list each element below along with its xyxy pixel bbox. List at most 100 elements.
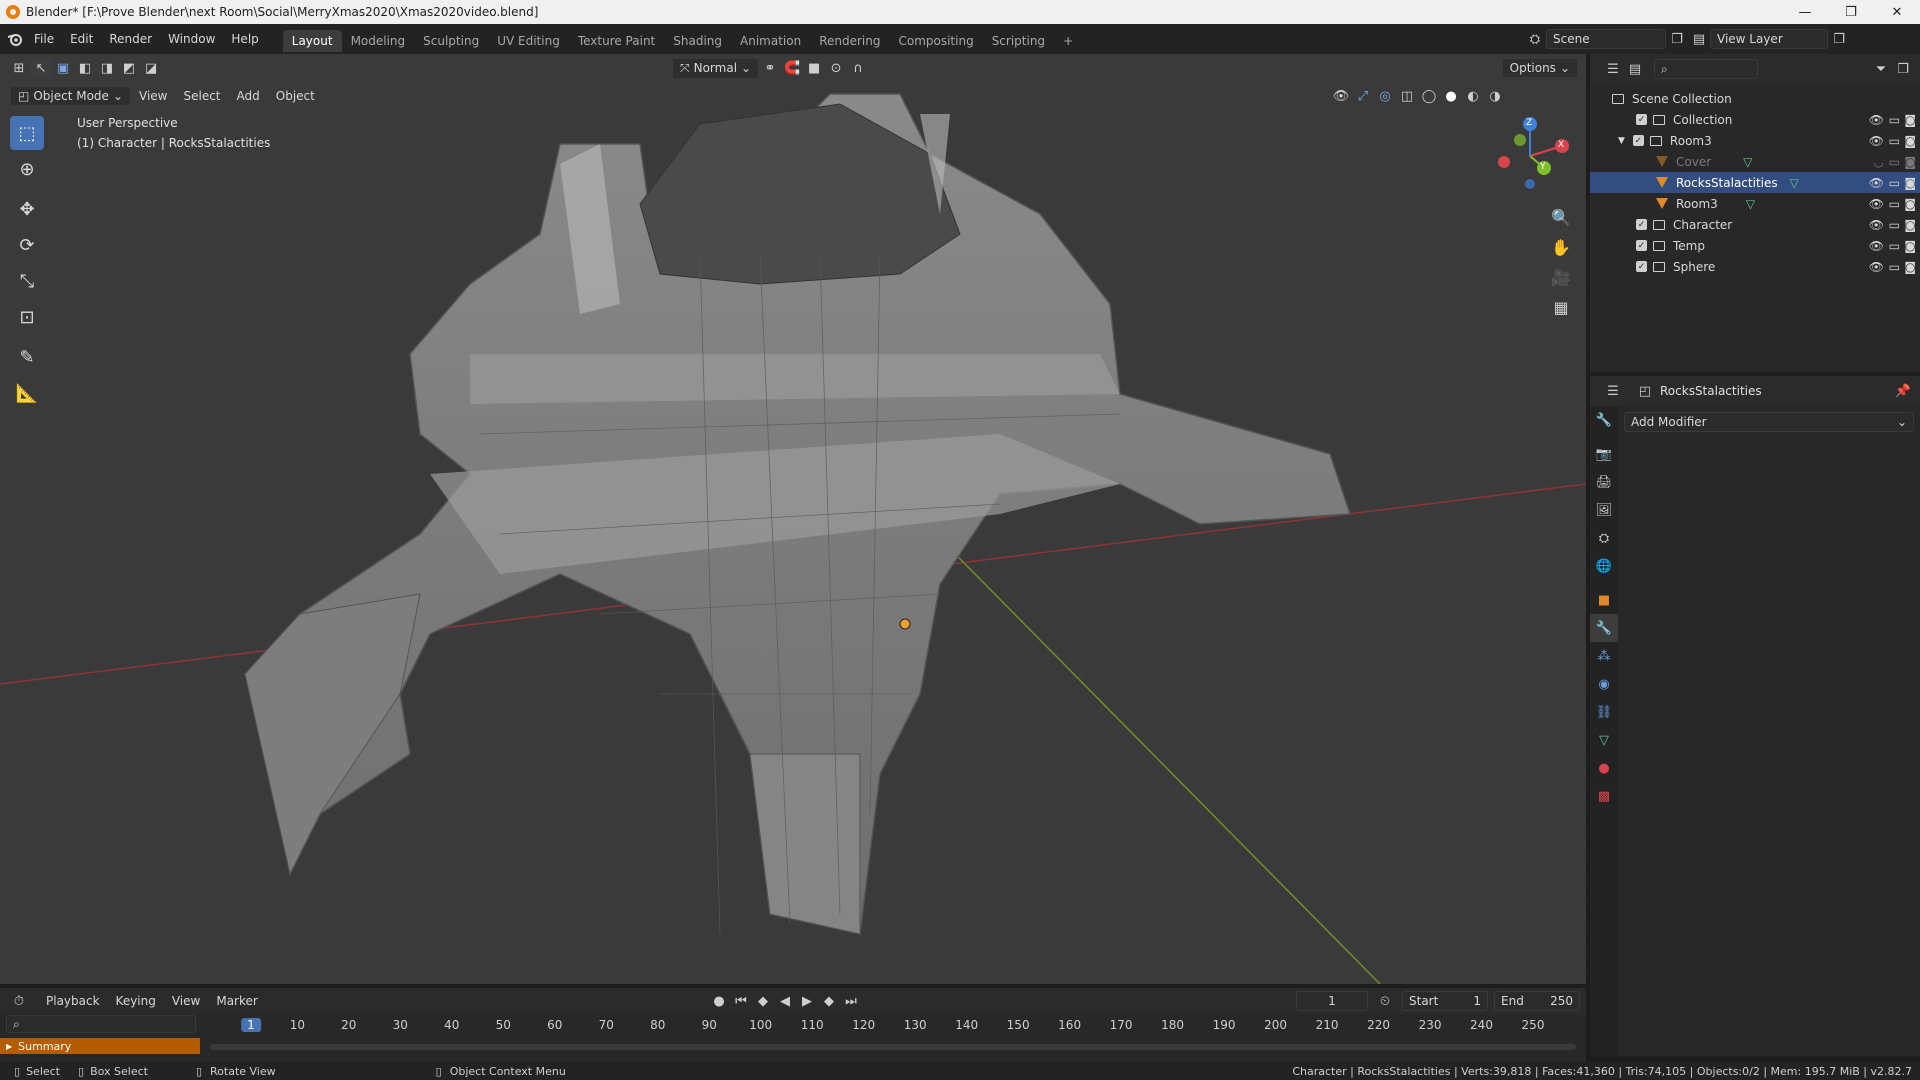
menu-file[interactable]: File bbox=[26, 32, 62, 46]
falloff-icon[interactable]: ∩ bbox=[847, 58, 869, 78]
outliner-row-room3-object[interactable]: Room3 ▽ 👁 ▭ ◙ bbox=[1590, 193, 1920, 214]
outliner-editor-icon[interactable]: ☰ bbox=[1602, 59, 1624, 79]
eye-icon[interactable]: 👁 bbox=[1869, 134, 1884, 148]
texture-tab-icon[interactable]: ▩ bbox=[1590, 782, 1618, 810]
monitor-icon[interactable]: ▭ bbox=[1889, 239, 1900, 253]
transform-orientation-dropdown[interactable]: ⤧ Normal ⌄ bbox=[672, 57, 760, 79]
timeline-menu-view[interactable]: View bbox=[164, 994, 208, 1008]
wireframe-shading-icon[interactable]: ◯ bbox=[1418, 86, 1440, 106]
gizmo-icon[interactable]: ⤢ bbox=[1352, 86, 1374, 106]
outliner-row-character[interactable]: ✓ Character 👁 ▭ ◙ bbox=[1590, 214, 1920, 235]
camera-icon[interactable]: ◙ bbox=[1904, 197, 1916, 211]
clock-icon[interactable]: ⏲ bbox=[1374, 991, 1396, 1011]
expand-triangle-icon[interactable]: ▶ bbox=[6, 1042, 12, 1051]
blender-menu-icon[interactable] bbox=[4, 29, 26, 49]
outliner-row-rocksstalactities[interactable]: RocksStalactities ▽ 👁 ▭ ◙ bbox=[1590, 172, 1920, 193]
monitor-icon[interactable]: ▭ bbox=[1889, 176, 1900, 190]
checkbox-icon[interactable]: ✓ bbox=[1636, 219, 1647, 230]
view-layer-field[interactable]: View Layer bbox=[1710, 29, 1828, 49]
pan-hand-icon[interactable]: ✋ bbox=[1546, 232, 1576, 262]
jump-end-icon[interactable]: ⏭ bbox=[840, 991, 862, 1011]
start-frame-field[interactable]: Start 1 bbox=[1402, 991, 1488, 1011]
move-tool-icon[interactable]: ✥ bbox=[10, 192, 44, 226]
camera-icon[interactable]: ◙ bbox=[1904, 155, 1916, 169]
expand-triangle-icon[interactable]: ▼ bbox=[1618, 136, 1625, 146]
modifier-tab-icon[interactable]: 🔧 bbox=[1590, 614, 1618, 642]
timeline-menu-playback[interactable]: Playback bbox=[38, 994, 108, 1008]
add-workspace-button[interactable]: + bbox=[1054, 30, 1082, 52]
camera-icon[interactable]: ◙ bbox=[1904, 176, 1916, 190]
monitor-icon[interactable]: ▭ bbox=[1889, 260, 1900, 274]
prev-keyframe-icon[interactable]: ◆ bbox=[752, 991, 774, 1011]
eye-icon[interactable]: 👁 bbox=[1869, 218, 1884, 232]
play-icon[interactable]: ▶ bbox=[796, 991, 818, 1011]
next-keyframe-icon[interactable]: ◆ bbox=[818, 991, 840, 1011]
camera-icon[interactable]: ◙ bbox=[1904, 218, 1916, 232]
rotate-tool-icon[interactable]: ⟳ bbox=[10, 228, 44, 262]
timeline-ruler[interactable]: ⌕ 1 10 20 30 40 50 60 70 80 90 100 110 120 130 140 150 1… bbox=[0, 1014, 1586, 1036]
new-view-layer-icon[interactable]: ❐ bbox=[1828, 29, 1850, 49]
timeline-menu-marker[interactable]: Marker bbox=[208, 994, 265, 1008]
checkbox-icon[interactable]: ✓ bbox=[1632, 135, 1644, 146]
tab-sculpting[interactable]: Sculpting bbox=[414, 30, 488, 52]
outliner-row-temp[interactable]: ✓ Temp 👁 ▭ ◙ bbox=[1590, 235, 1920, 256]
overlays-icon[interactable]: ◎ bbox=[1374, 86, 1396, 106]
maximize-button[interactable]: ❐ bbox=[1828, 0, 1874, 24]
material-shading-icon[interactable]: ◐ bbox=[1462, 86, 1484, 106]
camera-icon[interactable]: ◙ bbox=[1904, 113, 1916, 127]
render-tab-icon[interactable]: 📷 bbox=[1590, 440, 1618, 468]
outliner-row-scene-collection[interactable]: Scene Collection bbox=[1590, 88, 1920, 109]
viewport-menu-add[interactable]: Add bbox=[229, 89, 268, 103]
particles-tab-icon[interactable]: ⁂ bbox=[1590, 642, 1618, 670]
object-tab-icon[interactable]: ■ bbox=[1590, 586, 1618, 614]
new-collection-icon[interactable]: ❐ bbox=[1892, 59, 1914, 79]
current-frame-field[interactable]: 1 bbox=[1296, 991, 1368, 1011]
outliner-row-sphere[interactable]: ✓ Sphere 👁 ▭ ◙ bbox=[1590, 256, 1920, 277]
visibility-icon[interactable]: 👁 bbox=[1330, 86, 1352, 106]
world-tab-icon[interactable]: 🌐 bbox=[1590, 552, 1618, 580]
scene-icon[interactable]: ⛭ bbox=[1524, 29, 1546, 49]
menu-edit[interactable]: Edit bbox=[62, 32, 101, 46]
view-layer-tab-icon[interactable]: 🖼 bbox=[1590, 496, 1618, 524]
rendered-shading-icon[interactable]: ◑ bbox=[1484, 86, 1506, 106]
timeline-editor-icon[interactable]: ⏱ bbox=[8, 991, 30, 1011]
proportional-editing-icon[interactable]: ⊙ bbox=[825, 58, 847, 78]
properties-editor-icon[interactable]: ☰ bbox=[1602, 381, 1624, 401]
menu-render[interactable]: Render bbox=[101, 32, 160, 46]
jump-start-icon[interactable]: ⏮ bbox=[730, 991, 752, 1011]
tab-compositing[interactable]: Compositing bbox=[889, 30, 982, 52]
select-box-tool-icon[interactable]: ⬚ bbox=[10, 116, 44, 150]
timeline-menu-keying[interactable]: Keying bbox=[108, 994, 164, 1008]
transform-tool-icon[interactable]: ⊡ bbox=[10, 300, 44, 334]
pivot-point-icon[interactable]: ⚭ bbox=[759, 58, 781, 78]
monitor-icon[interactable]: ▭ bbox=[1889, 155, 1900, 169]
navigation-gizmo[interactable]: Z X Y bbox=[1490, 116, 1570, 196]
cursor-tool-icon[interactable]: ⊕ bbox=[10, 152, 44, 186]
snap-target-icon[interactable]: ■ bbox=[803, 58, 825, 78]
viewport-menu-select[interactable]: Select bbox=[175, 89, 228, 103]
summary-channel[interactable]: ▶ Summary bbox=[0, 1038, 200, 1054]
tab-layout[interactable]: Layout bbox=[282, 30, 342, 52]
timeline-scrollbar[interactable] bbox=[210, 1044, 1576, 1050]
options-dropdown[interactable]: Options ⌄ bbox=[1501, 58, 1578, 78]
3d-viewport[interactable]: ⊞ ↖ ▣ ◧ ◨ ◩ ◪ ⤧ Normal ⌄ ⚭ 🧲 ■ ⊙ ∩ Optio… bbox=[0, 54, 1586, 984]
solid-shading-icon[interactable]: ● bbox=[1440, 86, 1462, 106]
tab-animation[interactable]: Animation bbox=[731, 30, 810, 52]
tab-shading[interactable]: Shading bbox=[664, 30, 731, 52]
play-reverse-icon[interactable]: ◀ bbox=[774, 991, 796, 1011]
camera-icon[interactable]: ◙ bbox=[1904, 134, 1916, 148]
view-layer-icon[interactable]: ▤ bbox=[1688, 29, 1710, 49]
select-mode-invert-icon[interactable]: ◩ bbox=[118, 58, 140, 78]
annotate-tool-icon[interactable]: ✎ bbox=[10, 340, 44, 374]
pin-icon[interactable]: 📌 bbox=[1892, 381, 1914, 401]
tool-tab-icon[interactable]: 🔧 bbox=[1590, 406, 1618, 434]
outliner-row-room3-collection[interactable]: ▼ ✓ Room3 👁 ▭ ◙ bbox=[1590, 130, 1920, 151]
tab-modeling[interactable]: Modeling bbox=[342, 30, 415, 52]
camera-icon[interactable]: ◙ bbox=[1904, 239, 1916, 253]
eye-closed-icon[interactable]: ◡ bbox=[1874, 155, 1884, 169]
measure-tool-icon[interactable]: 📐 bbox=[10, 376, 44, 410]
scene-field[interactable]: Scene bbox=[1546, 29, 1666, 49]
eye-icon[interactable]: 👁 bbox=[1869, 197, 1884, 211]
select-tool-icon[interactable]: ↖ bbox=[30, 58, 52, 78]
select-mode-subtract-icon[interactable]: ◨ bbox=[96, 58, 118, 78]
